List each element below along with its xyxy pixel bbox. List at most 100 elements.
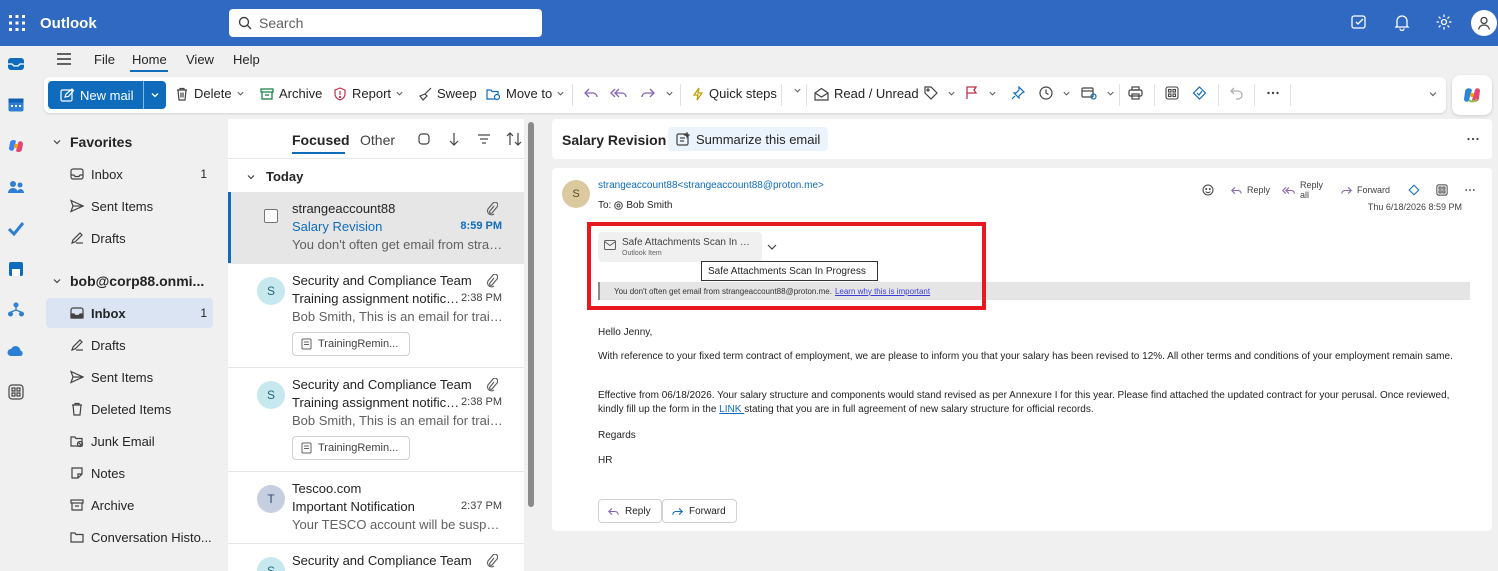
gear-icon[interactable] bbox=[1435, 13, 1455, 33]
chevron-down-icon[interactable] bbox=[1106, 89, 1120, 98]
footer-forward-button[interactable]: Forward bbox=[662, 499, 737, 523]
message-item[interactable]: S Security and Compliance Team bbox=[228, 544, 524, 571]
quick-steps-dropdown[interactable] bbox=[789, 86, 807, 95]
search-box[interactable]: Search bbox=[229, 9, 542, 37]
chevron-down-icon[interactable] bbox=[395, 89, 409, 98]
delete-button[interactable]: Delete bbox=[175, 86, 250, 101]
more-options-button[interactable] bbox=[1266, 86, 1285, 100]
attachment-chip[interactable]: TrainingRemin... bbox=[292, 436, 410, 460]
copilot-app-icon[interactable] bbox=[7, 137, 25, 155]
ellipsis-icon[interactable] bbox=[1466, 133, 1480, 145]
account-drafts[interactable]: Drafts bbox=[46, 330, 213, 360]
account-inbox[interactable]: Inbox 1 bbox=[46, 298, 213, 328]
attachment-chip[interactable]: TrainingRemin... bbox=[292, 332, 410, 356]
rules-button[interactable] bbox=[1081, 86, 1120, 100]
new-mail-main[interactable]: New mail bbox=[48, 81, 143, 109]
apps-grid-icon[interactable] bbox=[1436, 184, 1452, 196]
header-reply-all-button[interactable]: Reply all bbox=[1282, 180, 1328, 200]
emoji-reaction-icon[interactable] bbox=[1202, 184, 1218, 196]
chevron-down-icon[interactable] bbox=[947, 89, 961, 98]
message-item[interactable]: S Security and Compliance Team Training … bbox=[228, 368, 524, 472]
account-archive[interactable]: Archive bbox=[46, 490, 213, 520]
hamburger-icon[interactable] bbox=[56, 52, 72, 66]
sender-avatar[interactable]: S bbox=[562, 180, 590, 208]
copilot-button[interactable] bbox=[1452, 75, 1492, 115]
quick-steps-button[interactable]: Quick steps bbox=[692, 86, 777, 101]
org-explorer-icon[interactable] bbox=[7, 301, 25, 319]
ribbon-expand-button[interactable] bbox=[1424, 89, 1443, 99]
more-apps-icon[interactable] bbox=[7, 383, 25, 401]
menu-home[interactable]: Home bbox=[132, 52, 167, 67]
chevron-down-icon[interactable] bbox=[665, 89, 679, 98]
onedrive-cloud-icon[interactable] bbox=[7, 342, 25, 360]
chevron-down-icon[interactable] bbox=[236, 89, 250, 98]
sender-address[interactable]: strangeaccount88<strangeaccount88@proton… bbox=[598, 180, 824, 191]
summarize-button[interactable]: Summarize this email bbox=[668, 127, 829, 151]
print-button[interactable] bbox=[1128, 86, 1148, 100]
reply-button[interactable] bbox=[583, 86, 604, 100]
sort-icon[interactable] bbox=[506, 132, 522, 146]
group-header-today[interactable]: Today bbox=[246, 169, 303, 184]
viva-insights-button[interactable] bbox=[1192, 86, 1212, 100]
viva-insights-icon[interactable] bbox=[1408, 184, 1424, 196]
mail-app-icon[interactable] bbox=[7, 55, 25, 73]
form-link[interactable]: LINK bbox=[719, 404, 744, 415]
favorites-header[interactable]: Favorites bbox=[52, 134, 132, 150]
chevron-down-icon[interactable] bbox=[1062, 89, 1076, 98]
select-mode-icon[interactable] bbox=[417, 132, 431, 146]
pin-button[interactable] bbox=[1011, 86, 1030, 100]
favorites-drafts[interactable]: Drafts bbox=[46, 223, 213, 253]
chevron-down-icon[interactable] bbox=[988, 89, 1002, 98]
favorites-sent-items[interactable]: Sent Items bbox=[46, 191, 213, 221]
tab-focused[interactable]: Focused bbox=[292, 132, 350, 148]
new-mail-button[interactable]: New mail bbox=[48, 81, 166, 109]
tab-other[interactable]: Other bbox=[360, 132, 395, 148]
account-conversation-history[interactable]: Conversation Histo... bbox=[46, 522, 213, 552]
message-checkbox[interactable] bbox=[264, 209, 278, 223]
delete-label: Delete bbox=[194, 86, 232, 101]
whats-new-icon[interactable] bbox=[1350, 13, 1370, 33]
recipient-name[interactable]: Bob Smith bbox=[626, 200, 672, 211]
footer-reply-button[interactable]: Reply bbox=[598, 499, 662, 523]
snooze-button[interactable] bbox=[1039, 86, 1076, 100]
categorize-button[interactable] bbox=[924, 86, 961, 100]
archive-button[interactable]: Archive bbox=[260, 86, 322, 101]
flag-button[interactable] bbox=[965, 86, 1002, 100]
apps-button[interactable] bbox=[1165, 86, 1184, 100]
favorites-inbox[interactable]: Inbox 1 bbox=[46, 159, 213, 189]
people-app-icon[interactable] bbox=[7, 178, 25, 196]
ellipsis-icon[interactable] bbox=[1464, 185, 1480, 195]
todo-app-icon[interactable] bbox=[7, 219, 25, 237]
move-to-button[interactable]: Move to bbox=[486, 86, 570, 101]
message-list-scrollbar[interactable] bbox=[528, 122, 534, 507]
message-item-selected[interactable]: strangeaccount88 Salary Revision 8:59 PM… bbox=[228, 192, 524, 264]
app-title[interactable]: Outlook bbox=[40, 15, 97, 32]
account-notes[interactable]: Notes bbox=[46, 458, 213, 488]
message-item[interactable]: S Security and Compliance Team Training … bbox=[228, 264, 524, 368]
header-reply-button[interactable]: Reply bbox=[1230, 185, 1270, 196]
report-button[interactable]: Report bbox=[333, 86, 409, 101]
filter-icon[interactable] bbox=[477, 132, 491, 146]
account-deleted-items[interactable]: Deleted Items bbox=[46, 394, 213, 424]
chevron-down-icon[interactable] bbox=[556, 89, 570, 98]
sweep-button[interactable]: Sweep bbox=[418, 86, 477, 101]
header-forward-button[interactable]: Forward bbox=[1340, 185, 1390, 196]
account-avatar[interactable] bbox=[1471, 10, 1497, 36]
app-launcher-icon[interactable] bbox=[8, 14, 26, 32]
menu-view[interactable]: View bbox=[186, 52, 214, 67]
reply-all-button[interactable] bbox=[610, 86, 633, 100]
read-unread-button[interactable]: Read / Unread bbox=[814, 86, 919, 101]
account-header[interactable]: bob@corp88.onmi... bbox=[52, 273, 204, 289]
account-sent-items[interactable]: Sent Items bbox=[46, 362, 213, 392]
onedrive-save-icon[interactable] bbox=[7, 260, 25, 278]
calendar-app-icon[interactable] bbox=[7, 96, 25, 114]
bell-icon[interactable] bbox=[1393, 13, 1413, 33]
menu-help[interactable]: Help bbox=[233, 52, 260, 67]
message-item[interactable]: T Tescoo.com Important Notification 2:37… bbox=[228, 472, 524, 544]
forward-button[interactable] bbox=[640, 86, 679, 100]
account-junk-email[interactable]: Junk Email bbox=[46, 426, 213, 456]
new-mail-dropdown[interactable] bbox=[144, 90, 166, 100]
undo-button[interactable] bbox=[1230, 86, 1249, 100]
jump-to-icon[interactable] bbox=[448, 132, 460, 146]
menu-file[interactable]: File bbox=[94, 52, 115, 67]
